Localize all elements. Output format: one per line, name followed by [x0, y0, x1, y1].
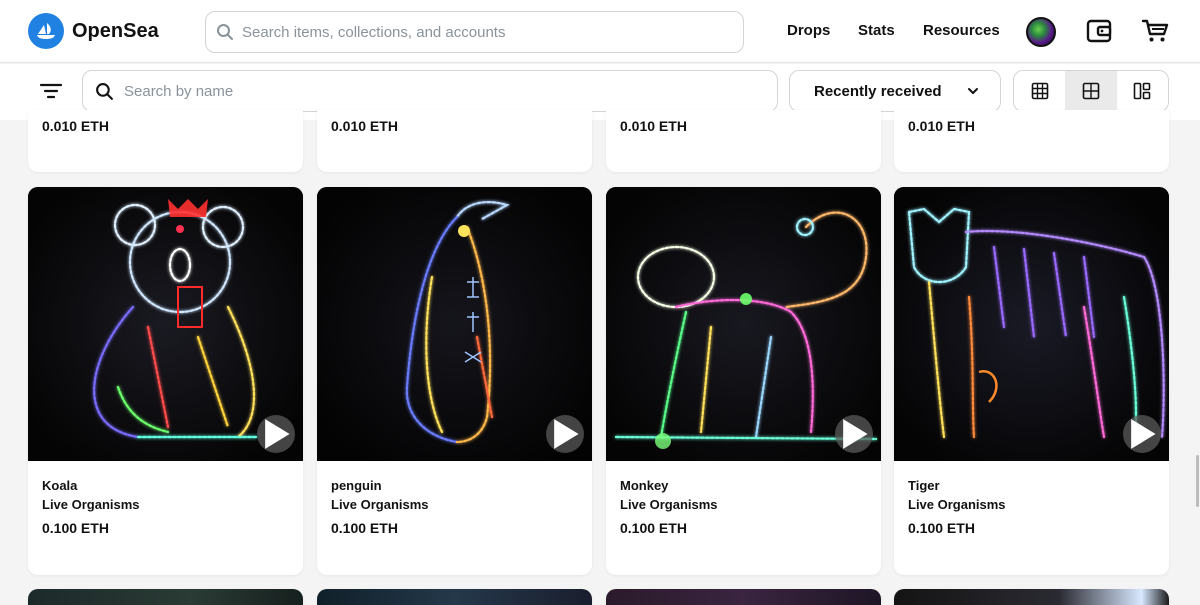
nft-image [28, 187, 303, 461]
view-medium-grid-button[interactable] [1065, 71, 1117, 111]
card-collection: Live Organisms [42, 497, 140, 512]
card-title: Monkey [620, 478, 669, 493]
view-mode-toggle [1013, 70, 1169, 112]
play-icon [265, 419, 290, 449]
name-search-box[interactable] [82, 70, 778, 112]
search-icon [96, 82, 113, 100]
nft-card[interactable] [28, 589, 303, 605]
global-search-input[interactable] [242, 23, 722, 41]
sort-dropdown-label: Recently received [814, 82, 942, 100]
nft-image [606, 589, 881, 605]
play-icon [843, 419, 868, 449]
global-search-box[interactable] [205, 11, 744, 53]
grid-large-icon [1031, 82, 1048, 100]
nft-image [606, 187, 881, 461]
nft-card-monkey[interactable]: Monkey Live Organisms 0.100 ETH [606, 187, 881, 575]
nft-card[interactable] [894, 589, 1169, 605]
view-masonry-button[interactable] [1117, 71, 1168, 111]
card-collection: Live Organisms [331, 497, 429, 512]
nft-card-tiger[interactable]: Tiger Live Organisms 0.100 ETH [894, 187, 1169, 575]
opensea-logo-icon [28, 13, 64, 49]
nft-image [317, 187, 592, 461]
grid-masonry-icon [1134, 82, 1151, 100]
view-large-grid-button[interactable] [1014, 71, 1065, 111]
cart-icon[interactable] [1141, 17, 1169, 45]
play-button[interactable] [546, 415, 584, 453]
card-title: Koala [42, 478, 78, 493]
nav-drops-link[interactable]: Drops [787, 22, 830, 39]
scrollbar[interactable] [1196, 455, 1199, 507]
nft-image [317, 589, 592, 605]
brand-name: OpenSea [72, 19, 159, 42]
nft-card[interactable] [606, 589, 881, 605]
name-search-input[interactable] [124, 82, 744, 100]
nft-card[interactable] [317, 589, 592, 605]
grid-medium-icon [1082, 82, 1100, 100]
nft-card[interactable]: 0.010 ETH [317, 110, 592, 172]
nft-image [28, 589, 303, 605]
card-price: 0.100 ETH [908, 520, 975, 536]
nft-image [894, 187, 1169, 461]
filter-icon[interactable] [38, 80, 64, 102]
sort-dropdown[interactable]: Recently received [789, 70, 1001, 112]
card-price: 0.010 ETH [42, 118, 109, 134]
play-icon [1131, 419, 1156, 449]
card-collection: Live Organisms [620, 497, 718, 512]
opensea-logo[interactable]: OpenSea [28, 13, 159, 49]
nft-card[interactable]: 0.010 ETH [28, 110, 303, 172]
nft-image [894, 589, 1169, 605]
card-price: 0.010 ETH [620, 118, 687, 134]
card-price: 0.010 ETH [331, 118, 398, 134]
play-button[interactable] [835, 415, 873, 453]
chevron-down-icon [968, 88, 978, 94]
nav-stats-link[interactable]: Stats [858, 22, 895, 39]
search-icon [217, 24, 233, 40]
nft-card[interactable]: 0.010 ETH [894, 110, 1169, 172]
nav-resources-link[interactable]: Resources [923, 22, 1000, 39]
card-price: 0.100 ETH [42, 520, 109, 536]
wallet-icon[interactable] [1086, 18, 1112, 44]
top-navbar: OpenSea Drops Stats Resources [0, 0, 1200, 63]
play-icon [554, 419, 579, 449]
card-price: 0.010 ETH [908, 118, 975, 134]
card-title: Tiger [908, 478, 940, 493]
card-title: penguin [331, 478, 382, 493]
play-button[interactable] [257, 415, 295, 453]
card-price: 0.100 ETH [331, 520, 398, 536]
play-button[interactable] [1123, 415, 1161, 453]
nft-card-penguin[interactable]: penguin Live Organisms 0.100 ETH [317, 187, 592, 575]
nft-card-koala[interactable]: Koala Live Organisms 0.100 ETH [28, 187, 303, 575]
avatar[interactable] [1026, 17, 1056, 47]
nft-card[interactable]: 0.010 ETH [606, 110, 881, 172]
card-price: 0.100 ETH [620, 520, 687, 536]
card-collection: Live Organisms [908, 497, 1006, 512]
